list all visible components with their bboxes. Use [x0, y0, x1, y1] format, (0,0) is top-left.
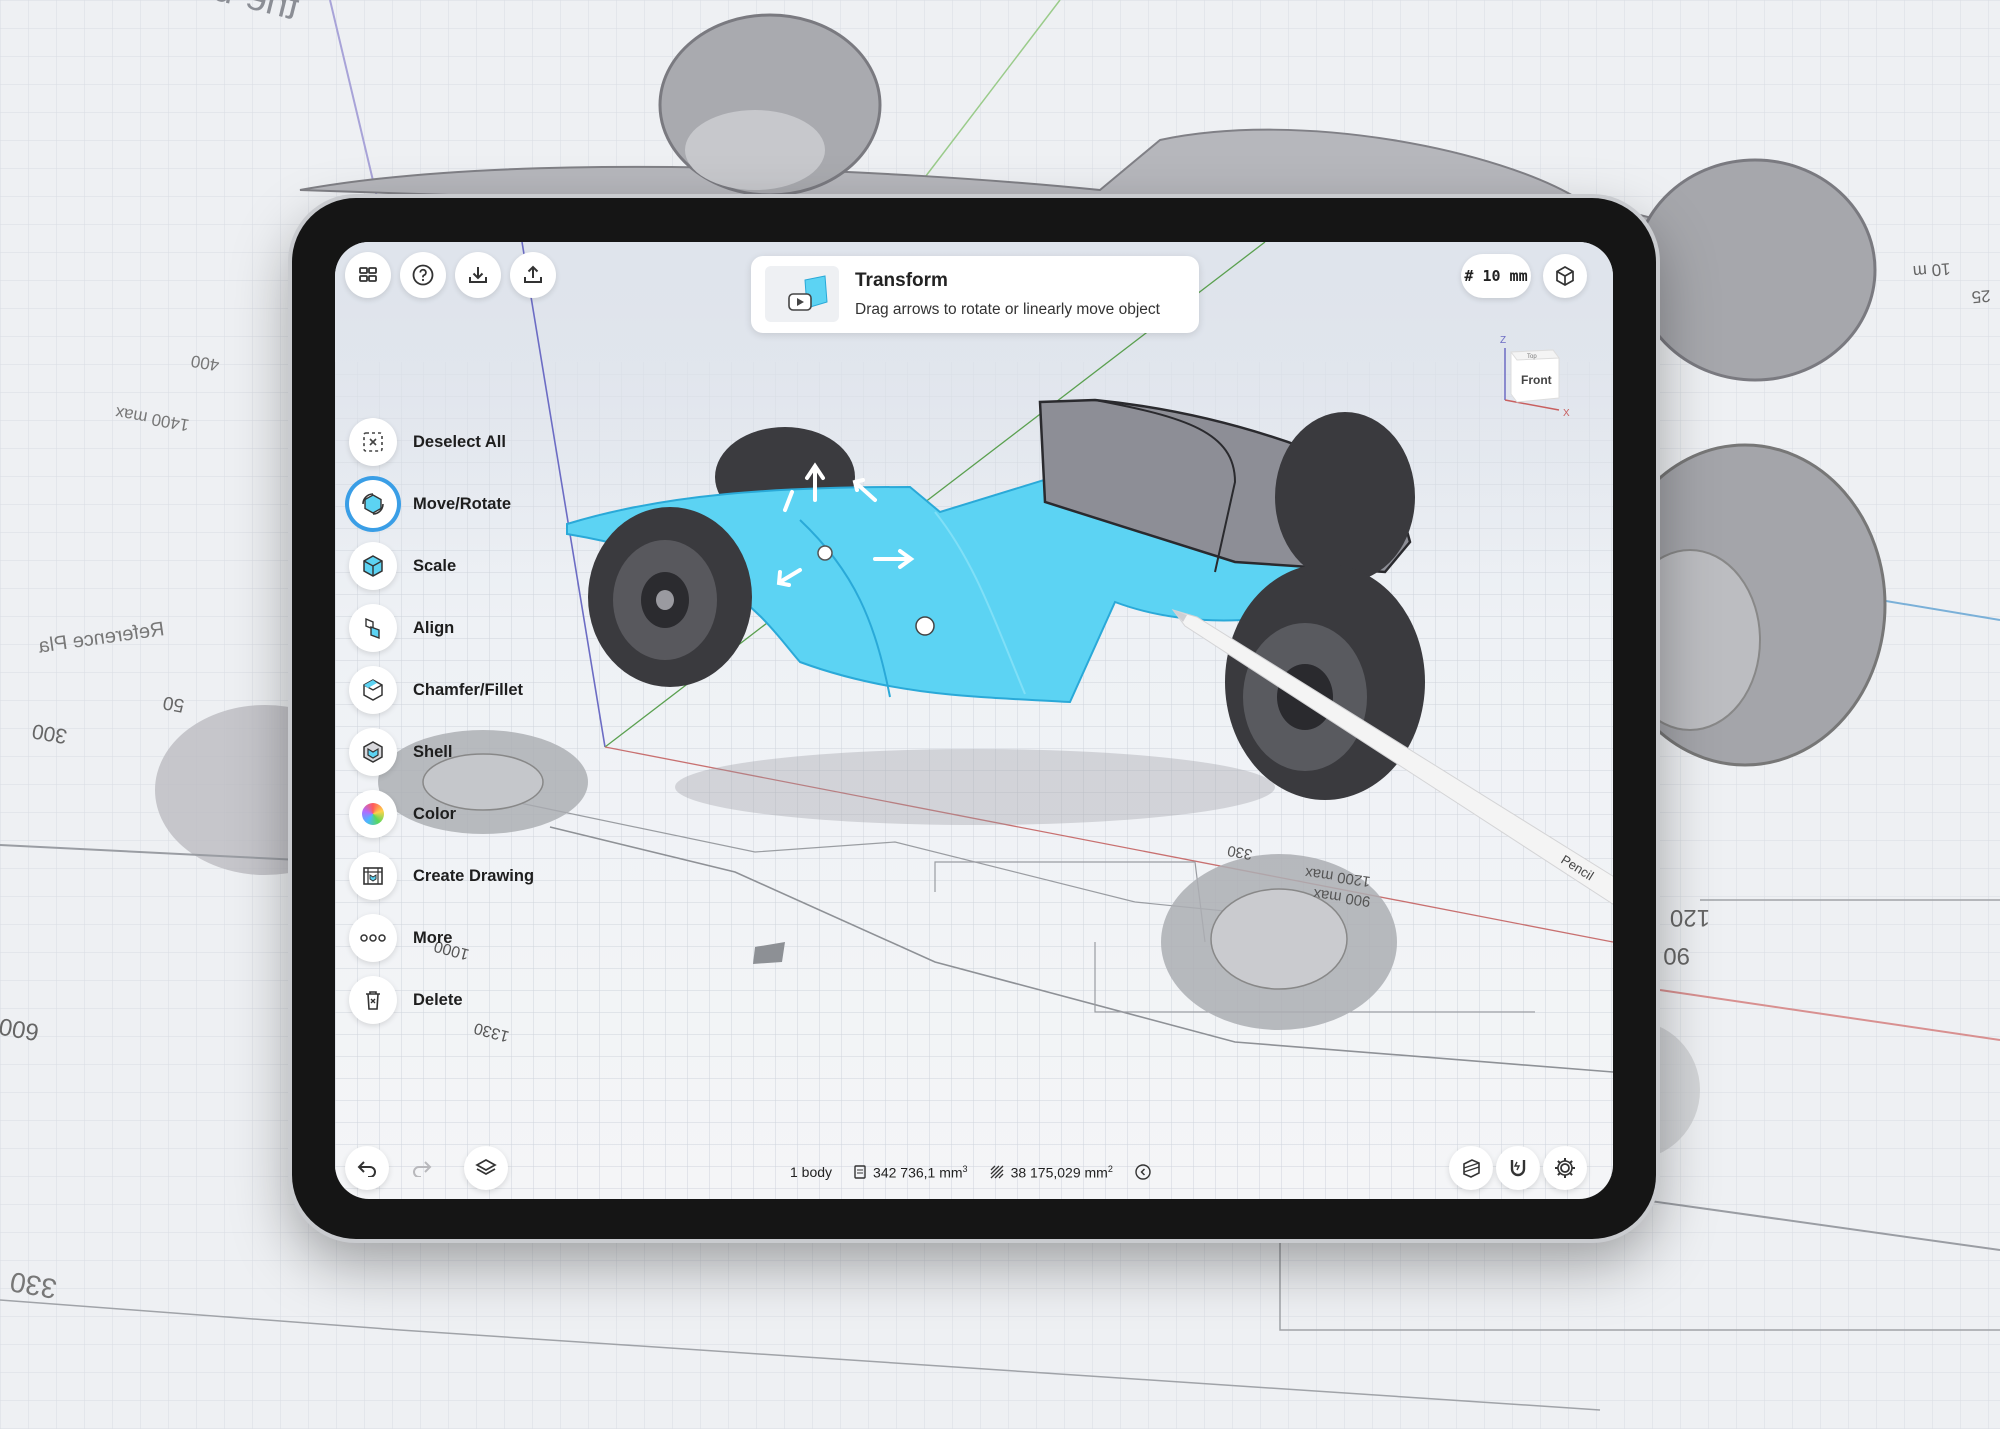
axis-z-label: Z — [1500, 335, 1506, 346]
magnet-icon — [1510, 1160, 1526, 1177]
color-button[interactable] — [349, 790, 397, 838]
viewport-3d[interactable]: Pencil 330 1200 max 900 max 1000 1330 — [335, 242, 1613, 1199]
chamfer-button[interactable] — [349, 666, 397, 714]
bg-dim-50: 50 — [161, 691, 185, 715]
tool-color[interactable]: Color — [349, 790, 456, 838]
grid-menu-button[interactable] — [345, 252, 391, 298]
scale-cube-icon — [363, 555, 383, 577]
snap-button[interactable] — [1496, 1146, 1540, 1190]
tool-label: More — [413, 928, 453, 947]
volume-readout: 342 736,1 mm3 — [854, 1163, 968, 1181]
chevron-left-circle-icon — [1135, 1164, 1151, 1180]
gear-icon — [1555, 1158, 1575, 1178]
axis-x-label: X — [1563, 408, 1570, 418]
tool-chamfer-fillet[interactable]: Chamfer/Fillet — [349, 666, 523, 714]
align-icon — [365, 617, 380, 640]
body-count: 1 body — [790, 1164, 833, 1180]
shell-button[interactable] — [349, 728, 397, 776]
tool-label: Delete — [413, 990, 463, 1009]
deselect-icon — [363, 432, 383, 452]
area-icon — [990, 1165, 1004, 1179]
bg-dim-90: 90 — [1663, 942, 1690, 969]
play-video-icon[interactable] — [765, 266, 839, 322]
import-button[interactable] — [455, 252, 501, 298]
tool-label: Chamfer/Fillet — [413, 680, 524, 699]
help-button[interactable] — [400, 252, 446, 298]
app-screen: Pencil 330 1200 max 900 max 1000 1330 Tr… — [335, 242, 1613, 1199]
trash-icon — [366, 991, 380, 1010]
view-cube[interactable]: Top Front Z X — [1487, 328, 1577, 418]
move-rotate-icon — [362, 493, 384, 515]
layers-icon — [475, 1159, 497, 1175]
view-cube-front-label: Front — [1521, 373, 1552, 387]
collapse-stats-button[interactable] — [1135, 1164, 1151, 1180]
move-rotate-button[interactable] — [349, 480, 397, 528]
more-icon — [360, 934, 386, 942]
tool-shell[interactable]: Shell — [349, 728, 452, 776]
tool-label: Color — [413, 804, 457, 823]
layers-button[interactable] — [464, 1146, 508, 1190]
tool-move-rotate[interactable]: Move/Rotate — [349, 480, 511, 528]
redo-button[interactable] — [400, 1146, 444, 1190]
transform-subtitle: Drag arrows to rotate or linearly move o… — [855, 301, 1160, 318]
delete-button[interactable] — [349, 976, 397, 1024]
deselect-button[interactable] — [349, 418, 397, 466]
chamfer-icon — [363, 679, 383, 701]
cube-view-icon — [1556, 266, 1574, 286]
drawing-icon — [363, 867, 383, 885]
view-mode-button[interactable] — [1543, 254, 1587, 298]
tool-label: Create Drawing — [413, 866, 535, 885]
align-button[interactable] — [349, 604, 397, 652]
tool-more[interactable]: More — [349, 914, 452, 962]
help-icon — [412, 264, 434, 286]
color-wheel-icon — [362, 803, 384, 825]
tool-label: Move/Rotate — [413, 494, 512, 513]
scale-button[interactable] — [349, 542, 397, 590]
tool-label: Shell — [413, 742, 453, 761]
section-view-button[interactable] — [1449, 1146, 1493, 1190]
tool-delete[interactable]: Delete — [349, 976, 463, 1024]
grid-icon — [359, 267, 377, 282]
volume-icon — [854, 1165, 866, 1179]
transform-title: Transform — [855, 270, 948, 291]
area-exponent: 2 — [1107, 1163, 1113, 1174]
tool-label: Align — [413, 618, 455, 637]
tool-deselect-all[interactable]: Deselect All — [349, 418, 506, 466]
volume-value: 342 736,1 mm — [873, 1164, 963, 1181]
tool-align[interactable]: Align — [349, 604, 454, 652]
section-cube-icon — [1463, 1159, 1480, 1178]
area-readout: 38 175,029 mm2 — [990, 1163, 1113, 1181]
bg-dim-120: 120 — [1670, 904, 1710, 931]
more-button[interactable] — [349, 914, 397, 962]
tool-scale[interactable]: Scale — [349, 542, 456, 590]
export-icon — [524, 265, 542, 283]
shell-icon — [363, 741, 383, 763]
area-value: 38 175,029 mm — [1010, 1164, 1108, 1181]
undo-icon — [357, 1161, 376, 1177]
export-button[interactable] — [510, 252, 556, 298]
bg-dim-10: 10 m — [1912, 259, 1951, 281]
status-bar: 1 body 342 736,1 mm3 38 175,029 mm2 — [790, 1157, 1151, 1187]
tool-label: Deselect All — [413, 432, 506, 451]
tool-label: Scale — [413, 556, 457, 575]
settings-button[interactable] — [1543, 1146, 1587, 1190]
undo-button[interactable] — [345, 1146, 389, 1190]
import-icon — [469, 267, 487, 283]
create-drawing-button[interactable] — [349, 852, 397, 900]
transform-thumbnail — [765, 266, 839, 322]
tool-create-drawing[interactable]: Create Drawing — [349, 852, 534, 900]
redo-icon — [413, 1161, 432, 1177]
view-cube-top-label: Top — [1527, 354, 1537, 360]
volume-exponent: 3 — [962, 1163, 968, 1174]
grid-size-button[interactable]: # 10 mm — [1461, 254, 1531, 298]
transform-hint-card: Transform Drag arrows to rotate or linea… — [751, 256, 1199, 333]
bg-dim-25: 25 — [1971, 286, 1992, 307]
